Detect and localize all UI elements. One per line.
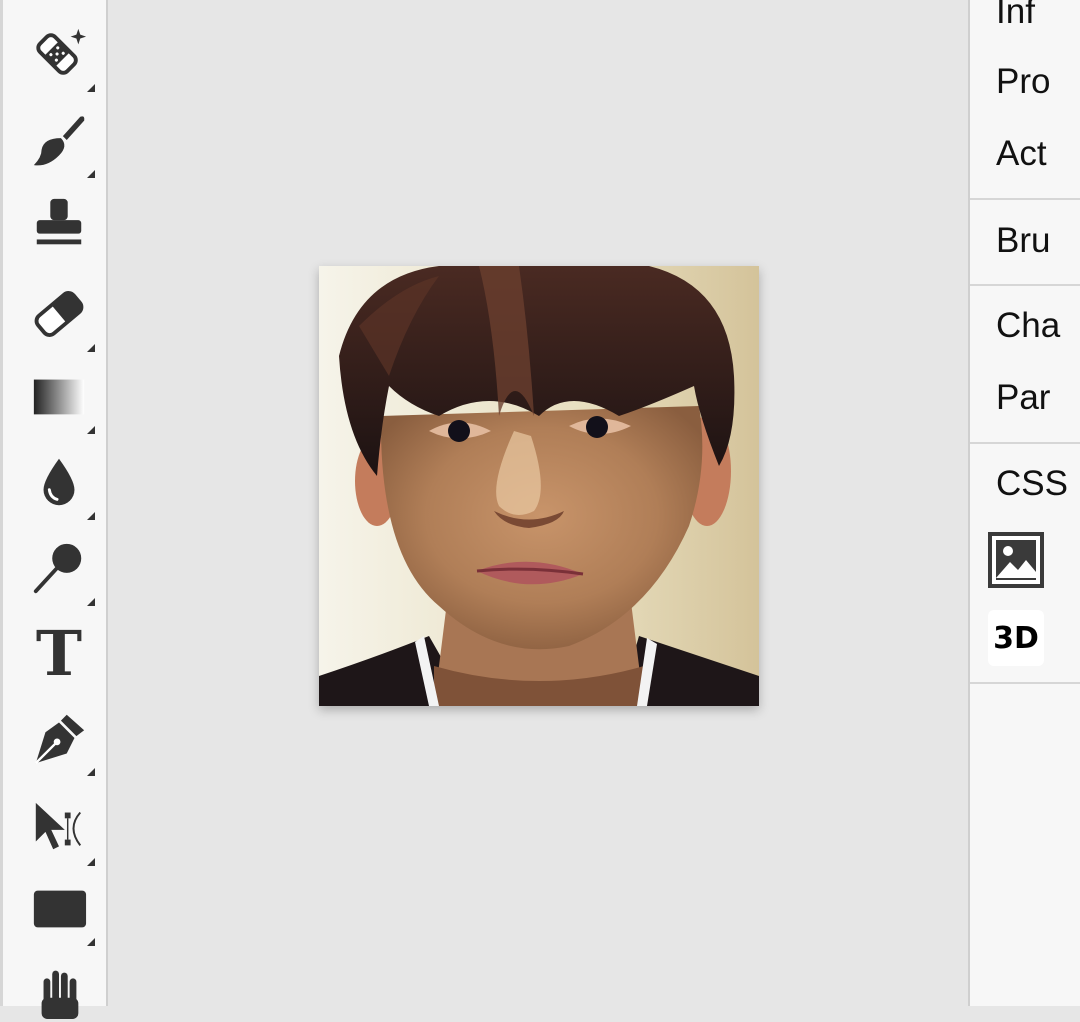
type-glyph: T (35, 617, 83, 690)
gradient-icon[interactable] (27, 364, 95, 434)
document-image[interactable] (319, 266, 759, 706)
type-icon[interactable]: T (27, 622, 91, 686)
panel-divider (970, 284, 1080, 286)
blur-drop-icon[interactable] (27, 450, 95, 520)
image-icon[interactable] (988, 532, 1044, 588)
healing-brush-icon[interactable] (27, 22, 95, 92)
tools-toolbar: T (0, 0, 108, 1019)
pen-icon[interactable] (27, 706, 95, 776)
panel-divider (970, 198, 1080, 200)
panel-divider (970, 682, 1080, 684)
clone-stamp-icon[interactable] (27, 192, 91, 256)
panel-css-tab[interactable]: CSS (996, 464, 1068, 504)
panel-brush-tab[interactable]: Bru (996, 221, 1050, 261)
3d-label: 3D (993, 620, 1039, 656)
dodge-icon[interactable] (27, 536, 95, 606)
path-select-icon[interactable] (27, 796, 95, 866)
3d-panel-button[interactable]: 3D (988, 610, 1044, 666)
hand-icon[interactable] (27, 958, 91, 1022)
panels-sidebar: Inf Pro Act Bru Cha Par CSS 3D (968, 0, 1080, 1006)
canvas-area[interactable] (108, 0, 970, 1006)
panel-info-tab[interactable]: Inf (996, 0, 1035, 32)
panel-actions-tab[interactable]: Act (996, 134, 1047, 174)
portrait-artwork (319, 266, 759, 706)
brush-icon[interactable] (27, 108, 95, 178)
eraser-icon[interactable] (27, 282, 95, 352)
panel-paragraph-tab[interactable]: Par (996, 378, 1050, 418)
panel-character-tab[interactable]: Cha (996, 306, 1060, 346)
rectangle-icon[interactable] (27, 876, 95, 946)
panel-properties-tab[interactable]: Pro (996, 62, 1050, 102)
panel-divider (970, 442, 1080, 444)
